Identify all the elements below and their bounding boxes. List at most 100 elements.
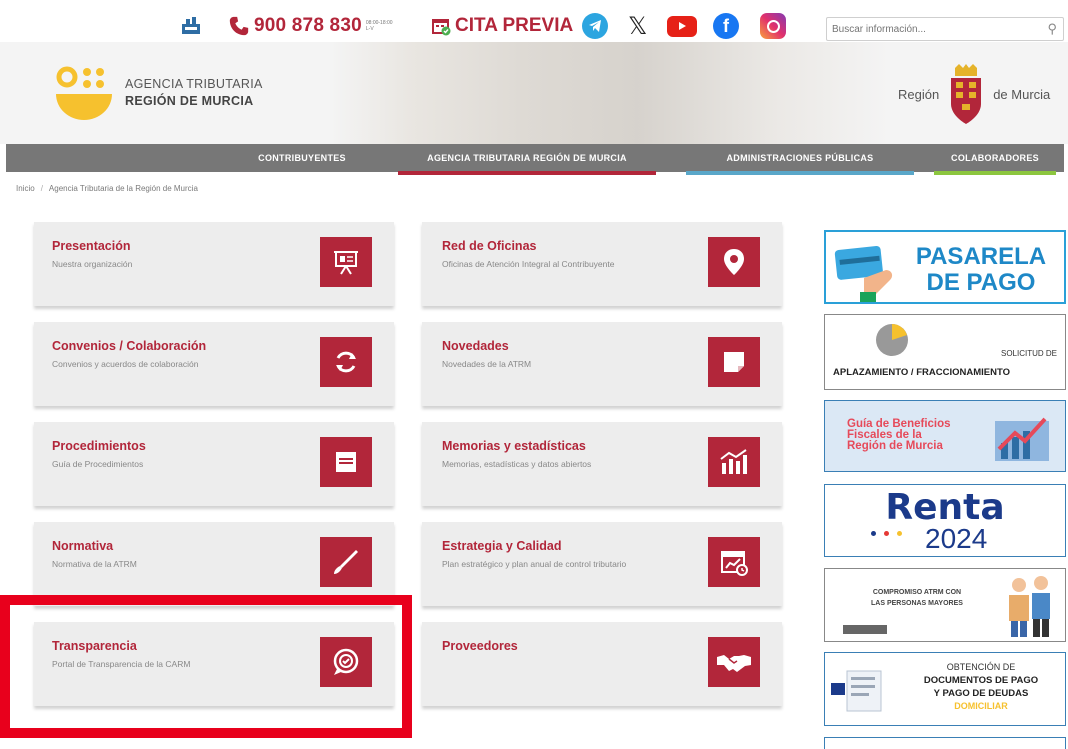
telegram-link[interactable] bbox=[582, 12, 608, 40]
instagram-icon bbox=[760, 13, 786, 39]
search-box: ⚲ bbox=[826, 17, 1064, 41]
calendar-check-icon bbox=[432, 19, 451, 36]
cita-previa-link[interactable]: CITA PREVIA bbox=[431, 12, 573, 40]
nav-item-label: AGENCIA TRIBUTARIA REGIÓN DE MURCIA bbox=[427, 153, 627, 163]
main-nav: CONTRIBUYENTES AGENCIA TRIBUTARIA REGIÓN… bbox=[6, 144, 1064, 175]
pie-chart-icon bbox=[876, 324, 908, 356]
phone-number: 900 878 830 bbox=[254, 15, 362, 36]
telegram-icon bbox=[582, 13, 608, 39]
card-subtitle: Oficinas de Atención Integral al Contrib… bbox=[442, 259, 615, 269]
card-estrategia[interactable]: Estrategia y Calidad Plan estratégico y … bbox=[422, 522, 782, 606]
agency-name-line1: AGENCIA TRIBUTARIA bbox=[125, 77, 263, 91]
docs-line1: OBTENCIÓN DE bbox=[946, 662, 1016, 672]
nav-underline bbox=[226, 171, 376, 175]
banner-next-partial[interactable] bbox=[824, 737, 1066, 749]
card-title: Convenios / Colaboración bbox=[52, 339, 207, 353]
card-title: Red de Oficinas bbox=[442, 239, 537, 253]
search-icon[interactable]: ⚲ bbox=[1047, 21, 1057, 37]
atrm-small-logo bbox=[843, 625, 887, 634]
card-subtitle: Novedades de la ATRM bbox=[442, 359, 532, 369]
region-murcia-logo[interactable]: Región de Murcia bbox=[898, 64, 1050, 124]
card-red-oficinas[interactable]: Red de Oficinas Oficinas de Atención Int… bbox=[422, 222, 782, 306]
x-twitter-link[interactable]: 𝕏 bbox=[628, 12, 647, 40]
renta-year: 2024 bbox=[925, 523, 988, 554]
murcia-crest-icon bbox=[951, 64, 982, 124]
agency-name-line2: REGIÓN DE MURCIA bbox=[125, 94, 254, 108]
instagram-link[interactable] bbox=[760, 12, 786, 40]
header-banner: AGENCIA TRIBUTARIA REGIÓN DE MURCIA Regi… bbox=[0, 42, 1068, 144]
card-payment-icon bbox=[834, 245, 893, 302]
nav-underline bbox=[398, 171, 656, 175]
card-presentacion[interactable]: Presentación Nuestra organización bbox=[34, 222, 394, 306]
document-icon bbox=[320, 437, 372, 487]
mayores-line1: COMPROMISO ATRM CON bbox=[872, 589, 962, 596]
card-procedimientos[interactable]: Procedimientos Guía de Procedimientos bbox=[34, 422, 394, 506]
presentation-icon bbox=[320, 237, 372, 287]
header-background-photo bbox=[330, 42, 890, 144]
cita-previa-label: CITA PREVIA bbox=[455, 15, 574, 36]
youtube-link[interactable] bbox=[667, 12, 697, 40]
atrm-logo-icon[interactable] bbox=[56, 66, 112, 122]
card-title: Normativa bbox=[52, 539, 114, 553]
card-subtitle: Guía de Procedimientos bbox=[52, 459, 144, 469]
pasarela-title-line2: DE PAGO bbox=[926, 269, 1036, 296]
card-proveedores[interactable]: Proveedores bbox=[422, 622, 782, 706]
accessibility-icon[interactable] bbox=[180, 12, 202, 40]
card-subtitle: Convenios y acuerdos de colaboración bbox=[52, 359, 199, 369]
card-title: Presentación bbox=[52, 239, 131, 253]
banner-documentos-pago[interactable]: OBTENCIÓN DE DOCUMENTOS DE PAGO Y PAGO D… bbox=[824, 652, 1066, 726]
banner-pasarela-pago[interactable]: PASARELA DE PAGO bbox=[824, 230, 1066, 304]
nav-underline bbox=[934, 171, 1056, 175]
calendar-chart-icon bbox=[708, 537, 760, 587]
renta-title: Renta bbox=[885, 487, 1005, 528]
pen-icon bbox=[320, 537, 372, 587]
nav-item-agencia-tributaria[interactable]: AGENCIA TRIBUTARIA REGIÓN DE MURCIA bbox=[398, 144, 656, 175]
aplazamiento-line2: APLAZAMIENTO / FRACCIONAMIENTO bbox=[833, 367, 1010, 378]
nav-item-contribuyentes[interactable]: CONTRIBUYENTES bbox=[6, 144, 398, 172]
docs-line4: DOMICILIAR bbox=[954, 701, 1008, 711]
phone-hours: 08:00-18:00 L-V bbox=[365, 20, 393, 32]
card-novedades[interactable]: Novedades Novedades de la ATRM bbox=[422, 322, 782, 406]
card-memorias[interactable]: Memorias y estadísticas Memorias, estadí… bbox=[422, 422, 782, 506]
banner-personas-mayores[interactable]: COMPROMISO ATRM CON LAS PERSONAS MAYORES bbox=[824, 568, 1066, 642]
documents-icon bbox=[831, 670, 882, 712]
highlight-box bbox=[0, 595, 412, 738]
search-input[interactable] bbox=[832, 21, 1032, 37]
card-subtitle: Normativa de la ATRM bbox=[52, 559, 137, 569]
facebook-link[interactable]: f bbox=[713, 12, 739, 40]
phone-icon bbox=[229, 16, 249, 36]
banner-guia-beneficios[interactable]: Guía de Beneficios Fiscales de la Región… bbox=[824, 400, 1066, 472]
region-label-left: Región bbox=[898, 86, 940, 102]
card-title: Procedimientos bbox=[52, 439, 146, 453]
location-pin-icon bbox=[708, 237, 760, 287]
pasarela-title-line1: PASARELA bbox=[915, 243, 1047, 270]
nav-item-administraciones[interactable]: ADMINISTRACIONES PÚBLICAS bbox=[686, 144, 914, 175]
breadcrumb: Inicio / Agencia Tributaria de la Región… bbox=[16, 184, 198, 193]
card-subtitle: Plan estratégico y plan anual de control… bbox=[442, 559, 627, 569]
breadcrumb-home[interactable]: Inicio bbox=[16, 184, 35, 193]
card-title: Memorias y estadísticas bbox=[442, 439, 586, 453]
card-convenios[interactable]: Convenios / Colaboración Convenios y acu… bbox=[34, 322, 394, 406]
card-normativa[interactable]: Normativa Normativa de la ATRM bbox=[34, 522, 394, 606]
guia-line3: Región de Murcia bbox=[847, 440, 943, 452]
aplazamiento-line1: SOLICITUD DE bbox=[1000, 349, 1057, 358]
renta-dots bbox=[871, 531, 902, 536]
elderly-couple-icon bbox=[1009, 576, 1050, 637]
nav-item-colaboradores[interactable]: COLABORADORES bbox=[934, 144, 1056, 175]
refresh-icon bbox=[320, 337, 372, 387]
breadcrumb-current: Agencia Tributaria de la Región de Murci… bbox=[48, 184, 198, 193]
phone-link[interactable]: 900 878 830 08:00-18:00 L-V bbox=[228, 12, 396, 40]
agency-name[interactable]: AGENCIA TRIBUTARIA REGIÓN DE MURCIA bbox=[125, 76, 263, 110]
growth-chart-icon bbox=[995, 417, 1049, 461]
banner-aplazamiento[interactable]: SOLICITUD DE APLAZAMIENTO / FRACCIONAMIE… bbox=[824, 314, 1066, 390]
docs-line3: Y PAGO DE DEUDAS bbox=[933, 688, 1029, 699]
card-subtitle: Nuestra organización bbox=[52, 259, 133, 269]
note-icon bbox=[708, 337, 760, 387]
card-subtitle: Memorias, estadísticas y datos abiertos bbox=[442, 459, 592, 469]
x-twitter-icon: 𝕏 bbox=[628, 12, 648, 40]
banner-renta-2024[interactable]: Renta 2024 bbox=[824, 484, 1066, 557]
nav-item-label: COLABORADORES bbox=[951, 153, 1039, 163]
nav-item-label: CONTRIBUYENTES bbox=[258, 153, 346, 163]
docs-line2: DOCUMENTOS DE PAGO bbox=[923, 675, 1039, 686]
facebook-icon: f bbox=[713, 13, 739, 39]
